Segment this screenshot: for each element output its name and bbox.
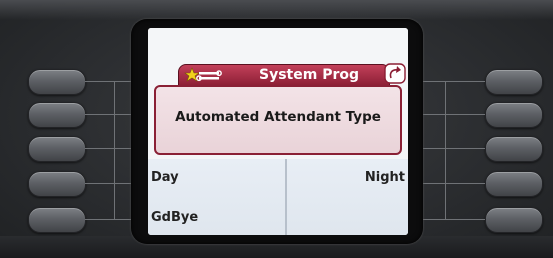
softkey-divider (285, 159, 287, 235)
left-softkey-5[interactable] (28, 207, 86, 233)
menu-header-text: Automated Attendant Type (175, 109, 381, 125)
screen-title: System Prog (259, 67, 359, 83)
right-key-line-2 (423, 114, 485, 115)
left-softkey-4[interactable] (28, 171, 86, 197)
right-key-line-4 (423, 183, 485, 184)
right-softkey-3[interactable] (485, 136, 543, 162)
left-key-line-2 (85, 114, 131, 115)
back-arrow-icon[interactable] (384, 61, 406, 85)
title-tab: System Prog (178, 64, 390, 87)
left-softkey-3[interactable] (28, 136, 86, 162)
right-key-line-3 (423, 148, 485, 149)
left-softkey-2[interactable] (28, 102, 86, 128)
left-key-line-4 (85, 183, 131, 184)
bezel-sheen (0, 0, 553, 20)
left-key-connector (114, 81, 115, 219)
left-key-line-5 (85, 219, 131, 220)
right-softkey-2[interactable] (485, 102, 543, 128)
left-key-line-3 (85, 148, 131, 149)
star-wrench-icon (184, 67, 222, 82)
right-softkey-1[interactable] (485, 69, 543, 95)
lcd-screen: System Prog Automated Attendant Type Day… (148, 28, 408, 235)
right-key-line-5 (423, 219, 485, 220)
softkey-day[interactable]: Day (151, 170, 179, 185)
menu-header-box: Automated Attendant Type (154, 85, 402, 155)
right-softkey-4[interactable] (485, 171, 543, 197)
softkey-night[interactable]: Night (365, 170, 405, 185)
right-key-line-1 (423, 81, 485, 82)
left-key-line-1 (85, 81, 131, 82)
left-softkey-1[interactable] (28, 69, 86, 95)
softkey-gdbye[interactable]: GdBye (151, 210, 198, 225)
right-key-connector (445, 81, 446, 219)
right-softkey-5[interactable] (485, 207, 543, 233)
